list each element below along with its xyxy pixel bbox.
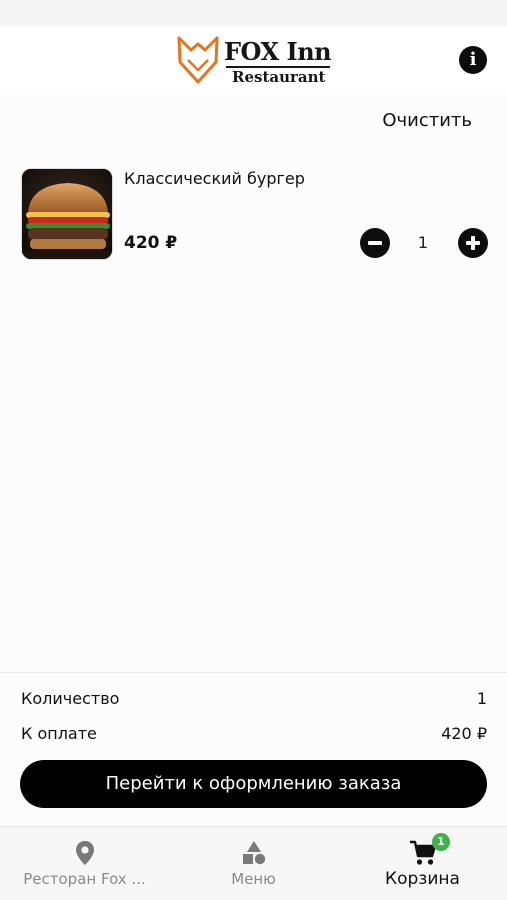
checkout-button[interactable]: Перейти к оформлению заказа [20,760,487,808]
fox-logo-icon [177,36,219,84]
top-strip [0,0,507,26]
cart-badge: 1 [432,833,450,851]
tab-restaurant-label: Ресторан Fox ... [23,870,146,888]
summary-quantity-row: Количество 1 [21,689,487,713]
item-quantity: 1 [417,233,429,252]
tab-cart[interactable]: 1 Корзина [338,827,507,900]
tab-menu-label: Меню [231,870,276,888]
plus-icon-v [471,236,475,250]
quantity-label: Количество [21,689,120,708]
total-label: К оплате [21,724,97,743]
shapes-icon [242,841,265,865]
item-title[interactable]: Классический бургер [124,169,305,188]
quantity-value: 1 [476,689,487,708]
app-header: FOX Inn Restaurant i [0,26,507,94]
fox-inn-logo: FOX Inn Restaurant [176,34,332,86]
clear-cart-button[interactable]: Очистить [382,110,472,131]
increase-quantity-button[interactable] [458,228,488,258]
tab-cart-label: Корзина [385,869,460,889]
decrease-quantity-button[interactable] [360,228,390,258]
order-summary: Количество 1 К оплате 420 ₽ Перейти к оф… [0,672,507,826]
summary-total-row: К оплате 420 ₽ [21,724,487,748]
bottom-tab-bar: Ресторан Fox ... Меню 1 Корзина [0,826,507,900]
total-value: 420 ₽ [441,724,487,743]
cart-item: Классический бургер 420 ₽ 1 [0,165,507,265]
burger-image [22,169,112,259]
location-pin-icon [75,841,94,865]
tab-restaurant[interactable]: Ресторан Fox ... [0,827,169,900]
logo-wordmark: FOX Inn Restaurant [224,34,332,86]
tab-menu[interactable]: Меню [169,827,338,900]
info-icon[interactable]: i [459,46,487,74]
logo-line1: FOX Inn [224,37,332,66]
minus-icon [368,241,382,245]
logo-line2: Restaurant [232,68,326,86]
burger-photo [21,168,113,260]
item-price: 420 ₽ [124,233,178,253]
